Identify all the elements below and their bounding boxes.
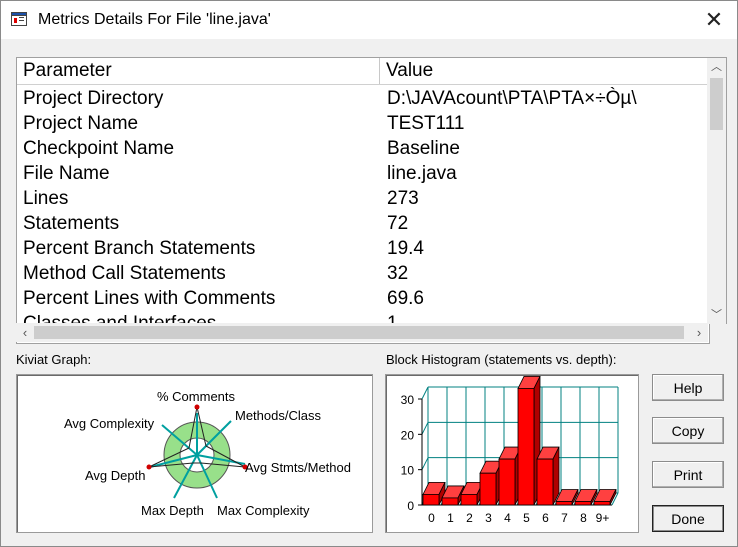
value-cell: 273 (387, 188, 419, 209)
x-tick-label: 5 (523, 511, 530, 525)
value-cell: line.java (387, 163, 457, 184)
kiviat-axis-label-avg-complexity: Avg Complexity (64, 416, 155, 431)
parameter-cell: Method Call Statements (23, 263, 226, 284)
x-tick-label: 6 (542, 511, 549, 525)
y-tick-label: 20 (401, 428, 415, 442)
kiviat-axis-label-avg-stmts: Avg Stmts/Method (245, 460, 351, 475)
kiviat-axis-label-methods-class: Methods/Class (235, 408, 321, 423)
print-button[interactable]: Print (652, 461, 724, 488)
x-tick-label: 9+ (596, 511, 610, 525)
help-button[interactable]: Help (652, 374, 724, 401)
column-header-value[interactable]: Value (380, 58, 709, 84)
metrics-table: Parameter Value Project Directory D:\JAVA… (16, 57, 710, 344)
scroll-left-icon[interactable]: ‹ (16, 323, 34, 342)
horizontal-scroll-thumb[interactable] (34, 326, 684, 339)
window-title: Metrics Details For File 'line.java' (38, 11, 271, 28)
value-cell: 69.6 (387, 288, 424, 309)
parameter-cell: Lines (23, 188, 69, 209)
value-cell: Baseline (387, 138, 460, 159)
kiviat-axis-label-avg-depth: Avg Depth (85, 468, 145, 483)
x-tick-label: 7 (561, 511, 568, 525)
parameter-cell: Percent Branch Statements (23, 238, 256, 259)
x-tick-label: 1 (447, 511, 454, 525)
app-icon (11, 12, 27, 26)
grid-line (421, 422, 429, 435)
done-button[interactable]: Done (652, 505, 724, 532)
table-row[interactable]: Method Call Statements 32 (17, 261, 709, 286)
vertical-scroll-thumb[interactable] (710, 78, 723, 130)
table-body: Project Directory D:\JAVAcount\PTA\PTA×÷Ò… (17, 86, 709, 324)
grid-line (421, 386, 429, 400)
y-tick-label: 0 (407, 499, 414, 513)
parameter-cell: File Name (23, 163, 110, 184)
table-row[interactable]: File Name line.java (17, 161, 709, 186)
scroll-down-icon[interactable]: ﹀ (707, 306, 726, 324)
scroll-up-icon[interactable]: ︿ (707, 58, 726, 76)
histogram-bar (498, 458, 516, 506)
kiviat-axis-label-max-depth: Max Depth (141, 503, 204, 518)
x-tick-label: 3 (485, 511, 492, 525)
x-tick-label: 0 (428, 511, 435, 525)
histogram-bar (536, 458, 554, 506)
value-cell: 72 (387, 213, 409, 234)
histogram-bar (555, 501, 573, 506)
horizontal-scrollbar[interactable]: ‹ › (16, 323, 708, 342)
value-cell: TEST111 (387, 113, 465, 134)
grid-line (421, 457, 429, 470)
table-row[interactable]: Project Directory D:\JAVAcount\PTA\PTA×÷Ò… (17, 86, 709, 111)
table-row[interactable]: Checkpoint Name Baseline (17, 136, 709, 161)
kiviat-axis-label-max-complexity: Max Complexity (217, 503, 310, 518)
block-histogram: 0 10 20 30 0 1 2 3 4 5 6 7 8 9+ (385, 374, 639, 533)
value-cell: D:\JAVAcount\PTA\PTA×÷Òµ\ (387, 88, 637, 109)
scroll-right-icon[interactable]: › (690, 323, 708, 342)
x-tick-label: 8 (580, 511, 587, 525)
histogram-bar (460, 494, 478, 506)
histogram-bar (574, 501, 592, 506)
value-cell: 19.4 (387, 238, 424, 259)
kiviat-label: Kiviat Graph: (16, 352, 92, 367)
kiviat-axis-label-comments: % Comments (157, 389, 236, 404)
kiviat-graph: % Comments Methods/Class Avg Stmts/Metho… (16, 374, 373, 533)
metrics-dialog: Metrics Details For File 'line.java' ✕ P… (0, 0, 738, 547)
histogram-bar (517, 387, 535, 506)
table-row[interactable]: Percent Branch Statements 19.4 (17, 236, 709, 261)
column-header-parameter[interactable]: Parameter (17, 58, 380, 84)
parameter-cell: Project Name (23, 113, 139, 134)
histogram-label: Block Histogram (statements vs. depth): (386, 352, 617, 367)
histogram-bar (441, 497, 459, 506)
copy-button[interactable]: Copy (652, 417, 724, 444)
y-tick-label: 10 (401, 464, 415, 478)
close-icon[interactable]: ✕ (691, 1, 737, 39)
parameter-cell: Checkpoint Name (23, 138, 175, 159)
vertical-scrollbar[interactable]: ︿ ﹀ (707, 57, 727, 324)
table-row[interactable]: Lines 273 (17, 186, 709, 211)
table-row[interactable]: Percent Lines with Comments 69.6 (17, 286, 709, 311)
histogram-bar (479, 472, 497, 506)
table-header: Parameter Value (17, 58, 709, 85)
table-row[interactable]: Project Name TEST111 (17, 111, 709, 136)
title-bar[interactable]: Metrics Details For File 'line.java' ✕ (1, 1, 737, 39)
histogram-bar (593, 501, 611, 506)
histogram-svg: 01020300 1 2 3 4 5 6 7 8 9+ (401, 375, 619, 525)
value-cell: 32 (387, 263, 409, 284)
x-tick-label: 4 (504, 511, 511, 525)
parameter-cell: Statements (23, 213, 120, 234)
kiviat-value-marker (146, 464, 152, 470)
table-row[interactable]: Statements 72 (17, 211, 709, 236)
y-tick-label: 30 (401, 393, 415, 407)
parameter-cell: Percent Lines with Comments (23, 288, 276, 309)
histogram-bar (422, 494, 440, 506)
x-tick-label: 2 (466, 511, 473, 525)
parameter-cell: Project Directory (23, 88, 164, 109)
